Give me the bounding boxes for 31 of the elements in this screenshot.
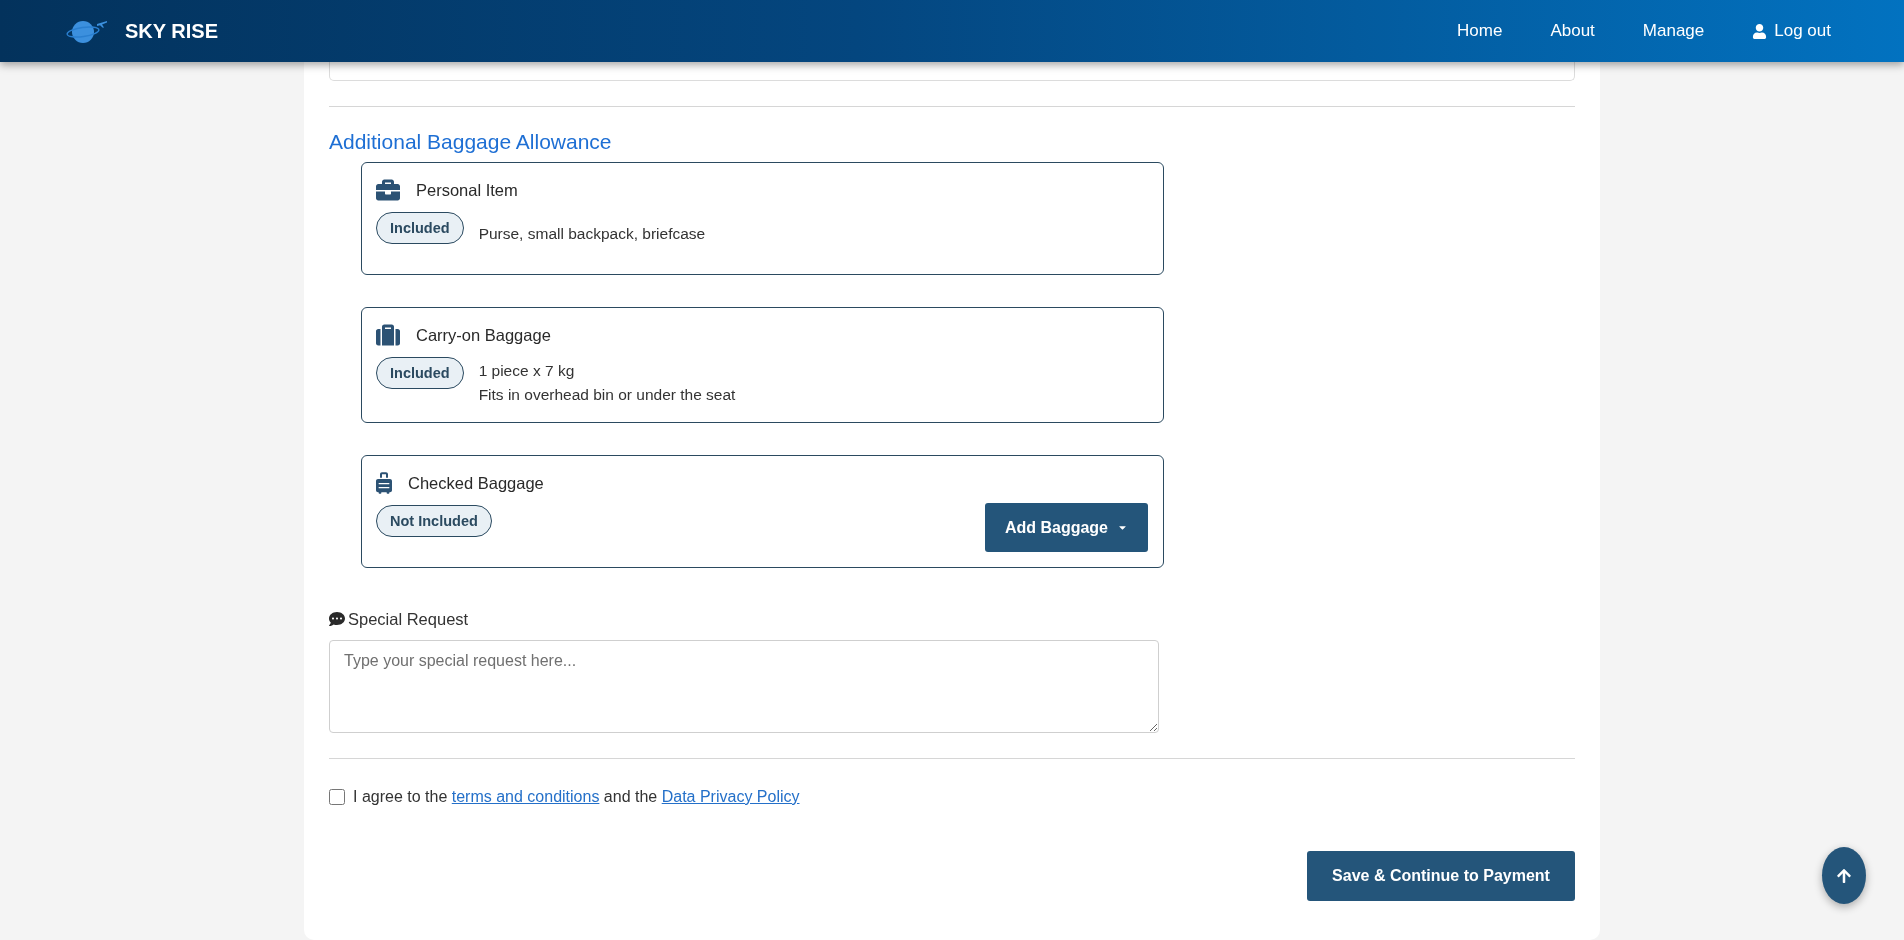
text-link[interactable]: Data Privacy Policy bbox=[661, 788, 800, 805]
baggage-title: Checked Baggage bbox=[408, 473, 544, 493]
baggage-title: Carry-on Baggage bbox=[416, 325, 551, 345]
status-badge: Included bbox=[376, 212, 464, 244]
brand-name: SKY RISE bbox=[125, 19, 218, 43]
add-baggage-button[interactable]: Add Baggage bbox=[984, 503, 1148, 552]
detail-text: Fits in overhead bin or under the seat bbox=[478, 385, 736, 405]
detail-text: 1 piece x 7 kg bbox=[478, 361, 576, 381]
user-icon bbox=[1752, 23, 1768, 39]
text-link[interactable]: terms and conditions bbox=[451, 788, 600, 805]
save-continue-button[interactable]: Save & Continue to Payment bbox=[1307, 851, 1575, 901]
detail-text: Purse, small backpack, briefcase bbox=[478, 224, 706, 244]
field-label: Special Request bbox=[348, 609, 469, 629]
agree-checkbox[interactable] bbox=[329, 789, 345, 805]
status-badge: Included bbox=[376, 357, 464, 389]
nav-link[interactable]: Manage bbox=[1642, 21, 1705, 41]
globe-logo-icon bbox=[66, 18, 108, 44]
scroll-to-top-button[interactable] bbox=[1822, 847, 1866, 904]
status-badge: Not Included bbox=[376, 505, 492, 537]
suitcase-icon bbox=[376, 323, 400, 347]
rolling-suitcase-icon bbox=[376, 472, 392, 494]
special-request-field[interactable]: Type your special request here... bbox=[329, 640, 1159, 733]
comment-icon bbox=[329, 611, 345, 627]
nav-link[interactable]: About bbox=[1550, 21, 1595, 41]
logout-link[interactable]: Log out bbox=[1752, 21, 1831, 41]
baggage-title: Personal Item bbox=[416, 180, 518, 200]
section-heading: Additional Baggage Allowance bbox=[329, 129, 613, 155]
arrow-up-icon bbox=[1836, 867, 1852, 884]
briefcase-icon bbox=[376, 178, 400, 202]
nav-link[interactable]: Home bbox=[1457, 21, 1503, 41]
agreement-text: I agree to the terms and conditions and the Data Privacy Policy bbox=[353, 788, 800, 806]
